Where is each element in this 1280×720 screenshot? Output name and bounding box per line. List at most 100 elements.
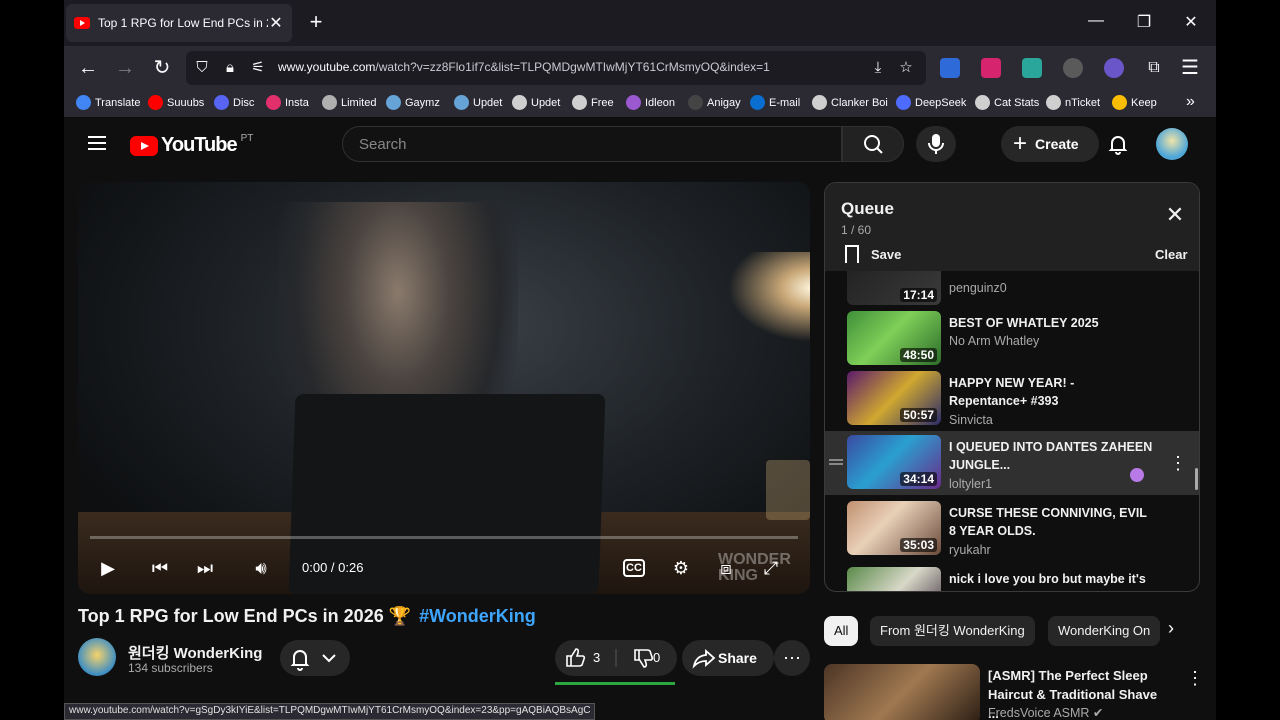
volume-icon[interactable]: 🔊︎ xyxy=(247,554,275,582)
subscription-bell-button[interactable] xyxy=(280,640,350,676)
window-close-icon[interactable]: ✕ xyxy=(1181,12,1201,32)
bookmark-favicon-icon xyxy=(572,95,587,110)
notifications-bell-icon[interactable] xyxy=(1106,132,1130,156)
extension-music-icon[interactable] xyxy=(1022,58,1042,78)
more-actions-icon[interactable]: ⋯ xyxy=(774,640,810,676)
queue-close-icon[interactable]: ✕ xyxy=(1163,203,1187,227)
share-button[interactable]: Share xyxy=(682,640,774,676)
bookmark-star-icon[interactable]: ☆ xyxy=(896,58,916,78)
related-video[interactable]: [ASMR] The Perfect Sleep Haircut & Tradi… xyxy=(824,664,1204,720)
bookmark-favicon-icon xyxy=(454,95,469,110)
install-app-icon[interactable]: ⤓ xyxy=(868,58,888,78)
bookmark-item[interactable]: Disc xyxy=(214,95,254,110)
browser-tab[interactable]: Top 1 RPG for Low End PCs in 2026 🏆 ✕ xyxy=(66,4,292,42)
permissions-icon[interactable]: ⚟ xyxy=(248,58,268,78)
bookmark-item[interactable]: Idleon xyxy=(626,95,675,110)
chips-next-arrow-icon[interactable]: › xyxy=(1168,618,1174,639)
create-button[interactable]: + Create xyxy=(1001,126,1099,162)
related-video-channel[interactable]: FredsVoice ASMR ✔ xyxy=(988,705,1103,720)
next-icon[interactable]: ⏭ xyxy=(191,554,219,582)
video-title-text: Top 1 RPG for Low End PCs in 2026 🏆 xyxy=(78,606,412,626)
address-bar[interactable]: ⛉ 🔒︎ ⚟ www.youtube.com/watch?v=zz8Flo1if… xyxy=(186,51,926,85)
bookmark-item[interactable]: Cat Stats xyxy=(975,95,1039,110)
chip-from-channel[interactable]: From 원더킹 WonderKing xyxy=(870,616,1035,646)
queue-list[interactable]: 17:14 penguinz0 48:50 BEST OF WHATLEY 20… xyxy=(825,271,1199,591)
bookmarks-overflow-icon[interactable]: » xyxy=(1186,93,1195,111)
maximize-icon[interactable]: ❐ xyxy=(1134,12,1154,32)
bookmark-item[interactable]: Updet xyxy=(454,95,502,110)
queue-item[interactable]: 17:14 penguinz0 xyxy=(825,271,1199,311)
bookmark-label: Translate xyxy=(95,96,141,109)
tracking-shield-icon[interactable]: ⛉ xyxy=(192,58,212,78)
youtube-favicon-icon xyxy=(74,17,90,29)
related-video-thumbnail[interactable] xyxy=(824,664,980,720)
extension-translate-icon[interactable] xyxy=(940,58,960,78)
bookmark-item[interactable]: Anigay xyxy=(688,95,741,110)
channel-avatar[interactable] xyxy=(78,638,116,676)
queue-item-title: BEST OF WHATLEY 2025 xyxy=(949,316,1099,330)
queue-item[interactable]: 48:50 BEST OF WHATLEY 2025 No Arm Whatle… xyxy=(825,307,1199,371)
chip-wonderking-online[interactable]: WonderKing On xyxy=(1048,616,1160,646)
play-icon[interactable]: ▶ xyxy=(94,554,122,582)
bookmark-item[interactable]: Translate xyxy=(76,95,140,110)
queue-thumbnail: 34:14 xyxy=(847,435,941,489)
plus-icon: + xyxy=(1013,130,1028,157)
queue-save-button[interactable]: Save xyxy=(845,245,901,263)
new-tab-icon[interactable]: + xyxy=(304,10,328,34)
bookmark-item[interactable]: Keep xyxy=(1112,95,1157,110)
bookmark-item[interactable]: Updet xyxy=(512,95,560,110)
queue-item-more-icon[interactable]: ⋮ xyxy=(1169,453,1187,474)
hashtag-link[interactable]: #WonderKing xyxy=(419,606,536,626)
forward-icon[interactable]: → xyxy=(113,56,137,80)
bookmark-item[interactable]: Insta xyxy=(266,95,309,110)
queue-clear-button[interactable]: Clear xyxy=(1155,247,1188,262)
bookmark-favicon-icon xyxy=(1112,95,1127,110)
lock-icon[interactable]: 🔒︎ xyxy=(220,58,240,78)
search-button[interactable] xyxy=(842,126,904,162)
bookmark-item[interactable]: DeepSeek xyxy=(896,95,966,110)
channel-watermark[interactable]: WONDER KING xyxy=(718,552,808,584)
menu-icon[interactable]: ☰ xyxy=(1178,56,1202,80)
bookmark-item[interactable]: Suuubs xyxy=(148,95,204,110)
bookmark-item[interactable]: Limited xyxy=(322,95,376,110)
drag-handle-icon[interactable] xyxy=(829,459,843,465)
extensions-puzzle-icon[interactable]: ⧉ xyxy=(1142,56,1166,80)
reload-icon[interactable]: ↻ xyxy=(150,56,174,80)
bookmark-label: Limited xyxy=(341,96,377,109)
bookmark-item[interactable]: Gaymz xyxy=(386,95,440,110)
bookmark-item[interactable]: E-mail xyxy=(750,95,800,110)
back-icon[interactable]: ← xyxy=(76,56,100,80)
tab-close-icon[interactable]: ✕ xyxy=(268,13,284,33)
previous-icon[interactable]: ⏮ xyxy=(146,554,174,582)
bookmark-item[interactable]: Free xyxy=(572,95,614,110)
settings-gear-icon[interactable]: ⚙ xyxy=(667,554,695,582)
bookmark-item[interactable]: nTicket xyxy=(1046,95,1100,110)
queue-item[interactable]: 50:57 HAPPY NEW YEAR! - Repentance+ #393… xyxy=(825,367,1199,431)
progress-bar[interactable] xyxy=(90,536,798,539)
queue-item-channel: ryukahr xyxy=(949,543,991,557)
channel-name[interactable]: 원더킹 WonderKing xyxy=(128,642,262,663)
voice-search-button[interactable] xyxy=(916,126,956,162)
extension-glasses-icon[interactable] xyxy=(1063,58,1083,78)
subtitles-icon[interactable]: CC xyxy=(623,559,645,577)
chip-all[interactable]: All xyxy=(824,616,859,646)
extension-color-icon[interactable] xyxy=(1104,58,1124,78)
queue-item-current[interactable]: 34:14 I QUEUED INTO DANTES ZAHEEN JUNGLE… xyxy=(825,431,1199,495)
account-avatar[interactable] xyxy=(1156,128,1188,160)
url-text[interactable]: www.youtube.com/watch?v=zz8Flo1if7c&list… xyxy=(278,60,770,74)
queue-item[interactable]: nick i love you bro but maybe it's time … xyxy=(825,563,1199,591)
guide-menu-icon[interactable] xyxy=(88,136,106,150)
youtube-logo[interactable]: YouTube PT xyxy=(130,133,253,157)
video-player[interactable]: ▶ ⏮ ⏭ 🔊︎ 0:00 / 0:26 CC ⚙ ⧈ ⤢ WONDER KIN… xyxy=(78,182,810,594)
related-video-more-icon[interactable]: ⋮ xyxy=(1186,668,1204,689)
youtube-play-icon xyxy=(130,135,158,156)
queue-count: 1 / 60 xyxy=(841,223,872,237)
queue-item[interactable]: 35:03 CURSE THESE CONNIVING, EVIL 8 YEAR… xyxy=(825,497,1199,561)
bookmark-item[interactable]: Clanker Boi xyxy=(812,95,888,110)
queue-scrollbar[interactable] xyxy=(1195,468,1198,490)
dislike-count[interactable]: 0 xyxy=(653,650,660,665)
extension-mic-icon[interactable] xyxy=(981,58,1001,78)
search-input[interactable] xyxy=(343,127,841,161)
minimize-icon[interactable]: — xyxy=(1086,12,1106,30)
like-count[interactable]: 3 xyxy=(593,650,600,665)
